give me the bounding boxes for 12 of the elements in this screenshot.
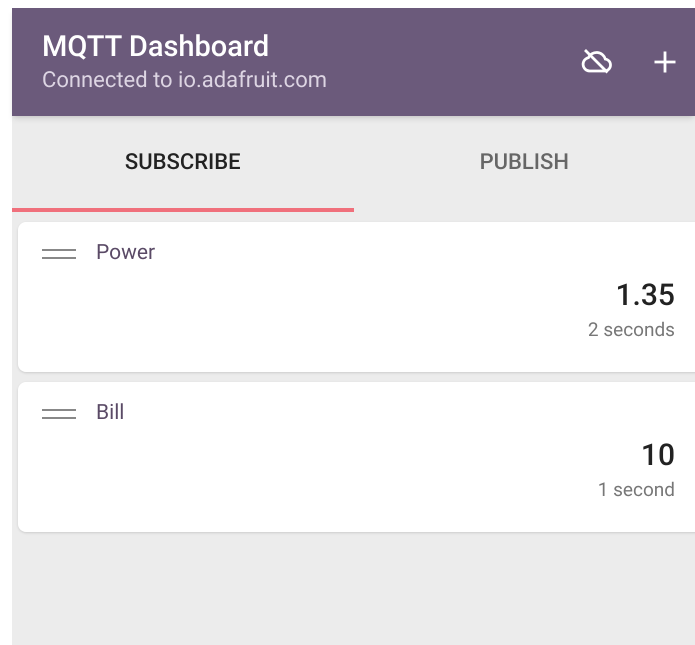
connection-status: Connected to io.adafruit.com bbox=[42, 67, 328, 95]
card-title: Power bbox=[96, 240, 156, 267]
drag-handle-icon[interactable] bbox=[42, 248, 76, 259]
updated-time: 2 seconds bbox=[588, 316, 675, 342]
card-value: 10 bbox=[640, 436, 675, 474]
updated-time: 1 second bbox=[598, 476, 675, 502]
app-title: MQTT Dashboard bbox=[42, 29, 270, 66]
tab[interactable]: PUBLISH bbox=[354, 116, 695, 212]
card-title: Bill bbox=[96, 400, 124, 427]
tab[interactable]: SUBSCRIBE bbox=[12, 116, 354, 212]
card-value: 1.35 bbox=[616, 276, 675, 314]
drag-handle-icon[interactable] bbox=[42, 408, 76, 419]
